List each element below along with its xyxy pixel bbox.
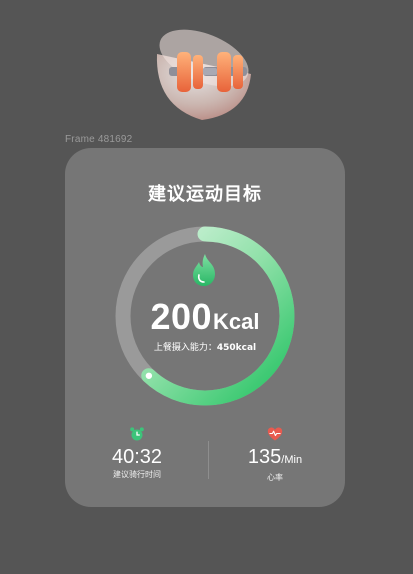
calorie-value-group: 200Kcal — [65, 296, 345, 338]
intake-label: 上餐摄入能力： — [153, 343, 217, 353]
ring-progress-knob — [145, 372, 153, 379]
stats-divider — [208, 441, 209, 479]
dumbbell-in-bowl-icon — [156, 29, 251, 120]
frame-label: Frame 481692 — [65, 134, 133, 145]
heart-rate-value-line: 135/Min — [215, 446, 335, 471]
duration-label: 建议骑行时间 — [113, 470, 161, 479]
duration-value: 40:32 — [111, 446, 163, 468]
calorie-unit: Kcal — [213, 309, 260, 334]
intake-value: 450kcal — [216, 343, 257, 353]
heart-pulse-icon — [267, 427, 283, 441]
heart-rate-value: 135 — [247, 446, 282, 468]
heart-rate-unit: /Min — [281, 454, 303, 466]
card-title: 建议运动目标 — [148, 184, 262, 205]
alarm-clock-icon — [130, 427, 144, 441]
flame-icon — [193, 254, 215, 286]
calorie-value: 200 — [150, 296, 213, 337]
heart-rate-label: 心率 — [267, 473, 283, 482]
duration-stat: 40:32 建议骑行时间 — [77, 426, 197, 480]
intake-line: 上餐摄入能力：450kcal — [65, 340, 345, 353]
heart-rate-stat: 135/Min 心率 — [215, 426, 335, 483]
exercise-goal-card: 建议运动目标 200Kcal 上餐摄入能力：450kcal 40:32 建议骑行… — [65, 148, 345, 507]
